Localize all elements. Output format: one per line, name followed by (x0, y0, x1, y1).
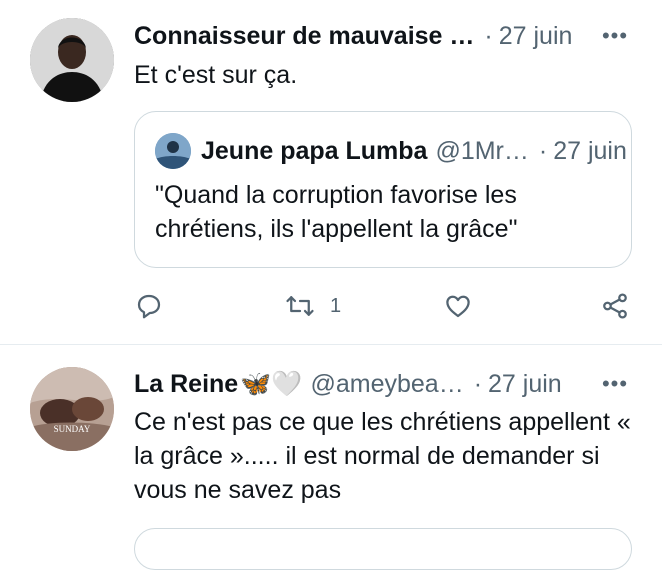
retweet-button[interactable]: 1 (284, 286, 341, 326)
reply-icon (137, 294, 161, 319)
like-button[interactable] (442, 286, 474, 326)
tweet-text: Ce n'est pas ce que les chrétiens appell… (134, 408, 631, 504)
like-icon (446, 295, 470, 318)
author-handle[interactable]: @ameybea… (310, 370, 463, 399)
separator: · (484, 21, 493, 50)
tweet-date[interactable]: 27 juin (488, 370, 562, 399)
separator: · (473, 369, 483, 398)
tweet[interactable]: Connaisseur de mauvaise … · 27 juin ••• … (0, 0, 662, 344)
tweet-divider (0, 344, 662, 345)
quoted-date: 27 juin (553, 136, 627, 165)
avatar-photo (30, 18, 114, 102)
reply-button[interactable] (134, 286, 164, 326)
quoted-avatar (155, 133, 191, 169)
author-name[interactable]: La Reine (134, 370, 238, 399)
tweet-header: La Reine 🦋🤍 @ameybea… · 27 juin (134, 366, 634, 402)
retweet-icon (286, 296, 314, 316)
quoted-author-handle: @1Mr… (435, 136, 529, 165)
quoted-tweet[interactable]: Jeune papa Lumba @1Mr… · 27 juin "Quand … (134, 111, 632, 268)
tweet-actions: 1 (134, 286, 634, 326)
avatar-text: SUNDAY (54, 424, 91, 434)
more-icon[interactable]: ••• (600, 18, 630, 54)
avatar-photo: SUNDAY (30, 367, 114, 451)
quoted-tweet[interactable] (134, 528, 632, 570)
tweet-text: Et c'est sur ça. (134, 61, 298, 89)
quoted-tweet-header: Jeune papa Lumba @1Mr… · 27 juin (155, 132, 627, 170)
tweet-date[interactable]: 27 juin (499, 22, 573, 51)
retweet-count: 1 (330, 294, 342, 317)
author-emoji: 🦋🤍 (240, 369, 303, 398)
tweet-header: Connaisseur de mauvaise … · 27 juin (134, 18, 634, 54)
avatar[interactable] (30, 18, 114, 102)
share-icon (603, 293, 627, 319)
separator: · (538, 136, 548, 165)
quoted-author-name: Jeune papa Lumba (201, 136, 428, 165)
share-button[interactable] (600, 286, 630, 326)
quoted-tweet-text: "Quand la corruption favorise les chréti… (155, 181, 518, 243)
more-icon[interactable]: ••• (600, 366, 630, 402)
author-name[interactable]: Connaisseur de mauvaise … (134, 22, 474, 51)
avatar[interactable]: SUNDAY (30, 367, 114, 451)
